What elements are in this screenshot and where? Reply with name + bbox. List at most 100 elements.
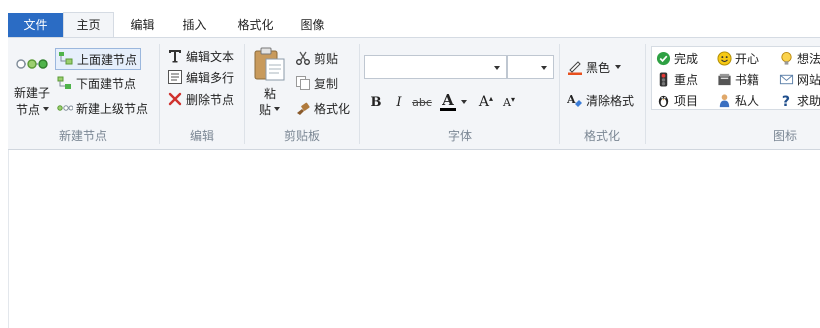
- icon-project[interactable]: 项目: [655, 90, 698, 110]
- group-label-new-node: 新建节点: [58, 129, 107, 143]
- edit-multiline-label: 编辑多行: [186, 70, 235, 85]
- icon-important[interactable]: 重点: [655, 69, 698, 89]
- font-color-dropdown[interactable]: [459, 92, 469, 112]
- node-above-icon: [58, 51, 74, 67]
- text-color-label: 黑色: [586, 60, 611, 75]
- icon-books-label: 书籍: [735, 72, 760, 87]
- chevron-down-icon: [43, 107, 50, 111]
- text-t-icon: [167, 48, 183, 64]
- italic-button[interactable]: I: [390, 92, 408, 112]
- font-color-swatch: [440, 108, 456, 111]
- brush-icon: [295, 100, 311, 116]
- icon-important-label: 重点: [674, 72, 699, 87]
- tab-format[interactable]: 格式化: [228, 13, 283, 38]
- insert-node-below-label: 下面建节点: [76, 76, 137, 91]
- icon-website[interactable]: 网站: [778, 69, 820, 89]
- edit-multiline-button[interactable]: 编辑多行: [167, 67, 234, 87]
- tab-image[interactable]: 图像: [290, 13, 335, 38]
- group-divider: [559, 44, 560, 144]
- new-child-node-dropdown[interactable]: 节点: [16, 101, 56, 117]
- format-painter-button[interactable]: 格式化: [295, 98, 350, 118]
- tab-file[interactable]: 文件: [8, 13, 63, 37]
- edit-text-button[interactable]: 编辑文本: [167, 46, 234, 66]
- group-divider: [645, 44, 646, 144]
- group-label-icons: 图标: [772, 129, 797, 143]
- penguin-icon: [655, 92, 671, 108]
- insert-node-above-label: 上面建节点: [77, 52, 138, 67]
- scissors-icon: [295, 50, 311, 66]
- parent-node-icon: [57, 100, 73, 116]
- traffic-light-icon: [655, 71, 671, 87]
- icon-private-label: 私人: [735, 93, 760, 108]
- icon-idea-label: 想法: [797, 51, 820, 66]
- bold-button[interactable]: B: [367, 92, 385, 112]
- edit-text-label: 编辑文本: [186, 49, 235, 64]
- grow-font-a: A: [478, 94, 490, 110]
- delete-x-icon: [167, 91, 183, 107]
- mindmap-canvas[interactable]: [8, 150, 820, 328]
- group-label-clipboard: 剪贴板: [283, 129, 320, 143]
- group-divider: [244, 44, 245, 144]
- chevron-down-icon: [461, 100, 467, 104]
- strikethrough-button[interactable]: abc: [411, 92, 433, 112]
- group-divider: [159, 44, 160, 144]
- multiline-icon: [167, 69, 183, 85]
- insert-node-above-button[interactable]: 上面建节点: [55, 48, 141, 70]
- chevron-down-icon: [494, 66, 500, 70]
- icon-done[interactable]: 完成: [655, 48, 698, 68]
- group-label-edit: 编辑: [189, 129, 214, 143]
- font-name-select[interactable]: [364, 55, 507, 79]
- text-color-button[interactable]: 黑色: [567, 57, 622, 77]
- group-label-font: 字体: [447, 129, 472, 143]
- chevron-down-icon: [615, 65, 622, 69]
- new-child-node-icon: [16, 53, 48, 75]
- icon-happy-label: 开心: [735, 51, 760, 66]
- svg-text:?: ?: [781, 94, 789, 108]
- tab-edit[interactable]: 编辑: [120, 13, 165, 38]
- delete-node-label: 删除节点: [186, 92, 235, 107]
- font-size-select[interactable]: [507, 55, 554, 79]
- shrink-font-button[interactable]: A ▾: [500, 92, 518, 112]
- icon-happy[interactable]: 开心: [716, 48, 759, 68]
- shrink-font-a: A: [503, 95, 511, 109]
- shrink-caret-icon: ▾: [510, 94, 515, 104]
- paste-icon[interactable]: [253, 46, 287, 82]
- icon-idea[interactable]: 想法: [778, 48, 820, 68]
- lightbulb-icon: [778, 50, 794, 66]
- icon-done-label: 完成: [674, 51, 699, 66]
- insert-parent-node-button[interactable]: 新建上级节点: [57, 98, 148, 118]
- svg-text:A: A: [567, 93, 576, 106]
- group-label-format: 格式化: [583, 129, 620, 143]
- canvas-left-border: [8, 150, 9, 328]
- new-child-node-label2: 节点: [16, 102, 41, 117]
- node-below-icon: [57, 75, 73, 91]
- smiley-icon: [716, 50, 732, 66]
- copy-button[interactable]: 复制: [295, 73, 338, 93]
- grow-font-button[interactable]: A ▴: [476, 92, 496, 112]
- clear-format-label: 清除格式: [586, 93, 635, 108]
- cut-button[interactable]: 剪贴: [295, 48, 338, 68]
- tab-home[interactable]: 主页: [63, 12, 114, 38]
- group-divider: [359, 44, 360, 144]
- icon-help[interactable]: ? 求助: [778, 90, 820, 110]
- chevron-down-icon: [274, 107, 281, 111]
- delete-node-button[interactable]: 删除节点: [167, 89, 234, 109]
- paste-button[interactable]: 粘: [262, 85, 278, 102]
- paste-label2: 贴: [259, 102, 272, 117]
- format-painter-label: 格式化: [314, 101, 351, 116]
- font-color-a: A: [442, 91, 454, 109]
- new-child-node-button[interactable]: 新建子: [12, 84, 52, 100]
- question-mark-icon: ?: [778, 92, 794, 108]
- envelope-icon: [778, 71, 794, 87]
- pen-color-icon: [567, 59, 583, 75]
- insert-node-below-button[interactable]: 下面建节点: [57, 73, 136, 93]
- clear-format-button[interactable]: A 清除格式: [567, 90, 634, 110]
- eraser-icon: A: [567, 92, 583, 108]
- font-color-button[interactable]: A: [438, 92, 458, 112]
- paste-dropdown[interactable]: 贴: [259, 101, 285, 117]
- icon-books[interactable]: 书籍: [716, 69, 759, 89]
- tab-insert[interactable]: 插入: [172, 13, 217, 38]
- check-circle-icon: [655, 50, 671, 66]
- icon-private[interactable]: 私人: [716, 90, 759, 110]
- icon-website-label: 网站: [797, 72, 820, 87]
